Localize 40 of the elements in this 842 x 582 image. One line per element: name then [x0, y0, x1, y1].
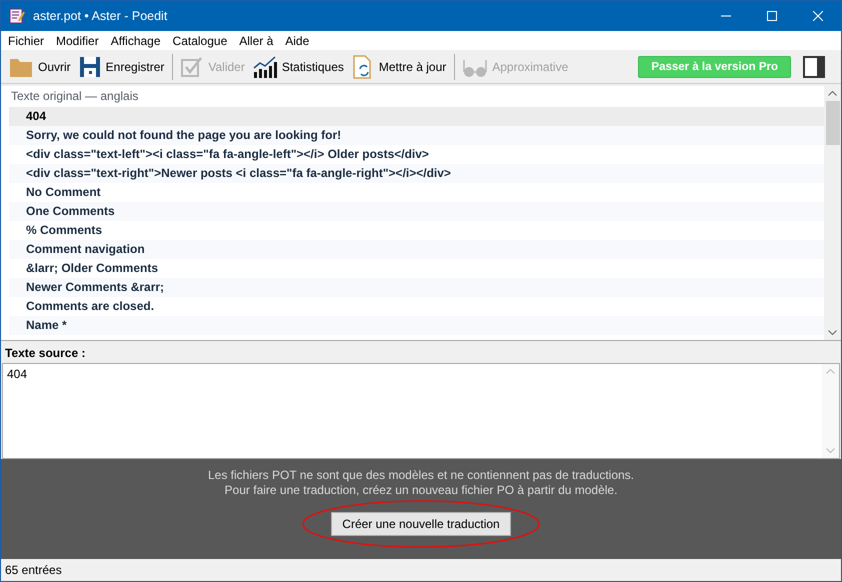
toolbar-button[interactable]: Statistiques [248, 52, 348, 80]
menu-item[interactable]: Catalogue [168, 34, 232, 48]
list-row[interactable]: <div class="text-left"><i class="fa fa-angle-left"></i> Older posts</div> [9, 145, 824, 164]
menu-item[interactable]: Fichier [3, 34, 50, 48]
create-translation-button[interactable]: Créer une nouvelle traduction [331, 512, 511, 536]
sidebar-toggle-icon[interactable] [803, 56, 825, 78]
list-row[interactable]: Name * [9, 316, 824, 335]
list-row[interactable]: 404 [9, 107, 824, 126]
toolbar-button[interactable]: Ouvrir [5, 52, 75, 80]
list-row[interactable]: % Comments [9, 221, 824, 240]
scrollbar[interactable] [824, 86, 841, 340]
window-title: aster.pot • Aster - Poedit [33, 9, 168, 23]
list-row[interactable]: One Comments [9, 202, 824, 221]
list-row[interactable]: Comment navigation [9, 240, 824, 259]
toolbar-button[interactable]: Mettre à jour [348, 52, 450, 80]
list-row[interactable]: <div class="text-right">Newer posts <i class="fa fa-angle-right"></i></div> [9, 164, 824, 183]
toolbar-button[interactable]: Enregistrer [74, 52, 168, 80]
menu-item[interactable]: Affichage [106, 34, 166, 48]
chart-icon [252, 56, 277, 78]
section-label: Texte source : [4, 345, 86, 362]
list-row[interactable]: Comments are closed. [9, 297, 824, 316]
app-icon [9, 8, 25, 24]
column-header: Texte original — anglais [10, 88, 140, 105]
notice-text: Les fichiers POT ne sont que des modèles et ne contiennent pas de traductions. [208, 468, 634, 483]
scroll-down-icon[interactable] [828, 330, 837, 335]
close-icon[interactable] [813, 11, 823, 21]
scroll-up-icon[interactable] [828, 91, 837, 96]
menu-item[interactable]: Modifier [51, 34, 104, 48]
checkbox-icon [181, 56, 204, 78]
document-refresh-icon [352, 54, 374, 78]
menu-item[interactable]: Aller à [234, 34, 278, 48]
list-row[interactable]: Newer Comments &rarr; [9, 278, 824, 297]
status-text: 65 entrées [5, 563, 62, 577]
notice-text: Pour faire une traduction, créez un nouveau fichier PO à partir du modèle. [224, 483, 618, 498]
menu-item[interactable]: Aide [280, 34, 314, 48]
scrollbar-thumb[interactable] [826, 101, 840, 145]
list-row[interactable]: No Comment [9, 183, 824, 202]
maximize-icon[interactable] [767, 11, 777, 21]
list-row[interactable]: Sorry, we could not found the page you are looking for! [9, 126, 824, 145]
list-row[interactable]: &larr; Older Comments [9, 259, 824, 278]
